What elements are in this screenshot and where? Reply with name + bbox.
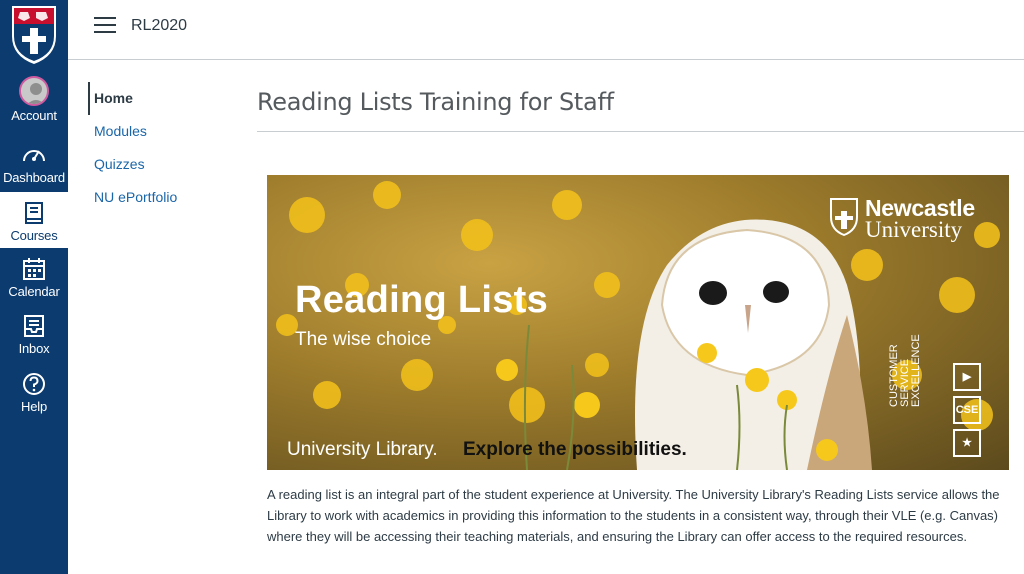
avatar (19, 76, 49, 106)
title-divider (257, 131, 1024, 132)
breadcrumb-course[interactable]: RL2020 (131, 17, 187, 35)
university-crest-logo[interactable] (6, 2, 62, 66)
global-nav-dashboard[interactable]: Dashboard (0, 142, 68, 198)
inbox-icon (24, 315, 44, 337)
banner-headline: Reading Lists (295, 279, 549, 321)
global-nav-account[interactable]: Account (0, 76, 68, 132)
course-header: RL2020 (68, 0, 1024, 60)
global-nav-label: Courses (10, 228, 58, 243)
course-nav-quizzes[interactable]: Quizzes (88, 148, 238, 181)
global-nav-label: Inbox (18, 341, 50, 356)
global-nav-courses[interactable]: Courses (0, 192, 68, 248)
banner-logo-university: University (865, 217, 963, 242)
banner-footer-tagline: Explore the possibilities. (463, 439, 687, 460)
calendar-icon (23, 258, 45, 280)
banner-subline: The wise choice (295, 329, 432, 350)
newcastle-crest-icon (829, 197, 859, 237)
speedometer-icon (23, 150, 45, 162)
global-nav-help[interactable]: Help (0, 371, 68, 427)
global-nav-label: Calendar (8, 284, 60, 299)
course-nav-modules[interactable]: Modules (88, 115, 238, 148)
global-nav-label: Help (21, 399, 47, 414)
reading-lists-banner-image: Newcastle University Reading Lists The w… (267, 175, 1009, 470)
course-nav-home[interactable]: Home (88, 82, 238, 115)
intro-paragraph: A reading list is an integral part of th… (267, 487, 1000, 544)
banner-footer-library: University Library. (287, 439, 438, 460)
book-icon (25, 202, 43, 224)
global-nav-label: Account (11, 108, 57, 123)
global-nav-label: Dashboard (3, 170, 65, 185)
global-nav-calendar[interactable]: Calendar (0, 256, 68, 312)
hamburger-menu-icon[interactable] (94, 17, 116, 35)
cse-star-badge-icon: ★ (953, 429, 981, 457)
cse-text: CUSTOMER SERVICE EXCELLENCE (888, 334, 922, 407)
global-nav: Account Dashboard Courses Calendar Inbox… (0, 0, 68, 574)
page-title: Reading Lists Training for Staff (257, 88, 614, 116)
cse-play-badge-icon: ▶ (953, 363, 981, 391)
course-nav: Home Modules Quizzes NU ePortfolio (88, 82, 238, 214)
help-icon (23, 373, 45, 395)
global-nav-inbox[interactable]: Inbox (0, 313, 68, 369)
course-nav-eportfolio[interactable]: NU ePortfolio (88, 181, 238, 214)
cse-badge: CSE (953, 396, 981, 424)
